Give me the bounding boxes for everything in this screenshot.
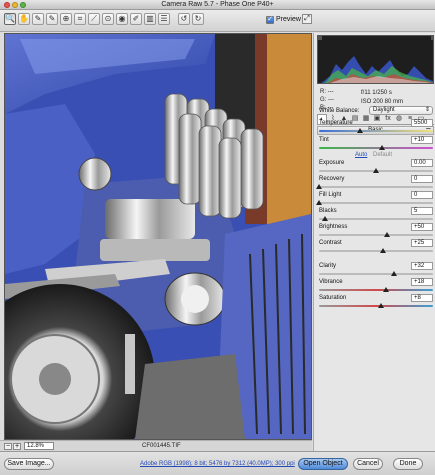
brightness-slider-thumb[interactable] [384,232,391,237]
tint-label: Tint [319,137,329,143]
exposure-label: Exposure [319,160,345,166]
blacks-slider-track[interactable] [319,218,433,220]
clarity-slider-track[interactable] [319,273,433,275]
file-name: CF001445.TIF [142,443,181,449]
saturation-slider-row: Saturation +8 [319,294,433,312]
preferences-icon[interactable]: ☰ [158,13,170,25]
brightness-label: Brightness [319,224,348,230]
photo-hot-rod-engine [5,34,311,439]
preview-toggle[interactable]: ✓ Preview [266,14,301,25]
temperature-slider-track[interactable] [319,130,433,132]
rotate-ccw-icon[interactable]: ↺ [178,13,190,25]
blacks-label: Blacks [319,208,337,214]
temperature-slider-row: Temperature 5500 [319,119,433,137]
recovery-slider-thumb[interactable] [316,184,322,189]
window-title-bar: Camera Raw 5.7 - Phase One P40+ [0,0,435,10]
blacks-slider-thumb[interactable] [321,216,328,221]
tint-slider-row: Tint +10 [319,136,433,154]
contrast-slider-track[interactable] [319,250,433,252]
temperature-value-field[interactable]: 5500 [411,119,433,127]
workflow-options-link[interactable]: Adobe RGB (1998); 8 bit; 5476 by 7312 (4… [140,461,295,467]
contrast-slider-thumb[interactable] [379,248,386,253]
white-balance-row: White Balance: Daylight ⇕ [319,106,433,116]
saturation-slider-track[interactable] [319,305,433,307]
fill-light-value-field[interactable]: 0 [411,191,433,199]
histogram [317,35,434,84]
image-preview[interactable] [4,33,312,440]
saturation-slider-thumb[interactable] [377,303,384,308]
contrast-slider-row: Contrast +25 [319,239,433,257]
tint-slider-thumb[interactable] [378,145,385,150]
bottom-bar: Save Image... Adobe RGB (1998); 8 bit; 5… [0,451,435,475]
exif-info: f/11 1/250 s ISO 200 80 mm [361,89,403,107]
toolbar: 🔍 ✋ ✎ ✎ ⊕ ⌗ ⟋ ⊙ ◉ ✐ ▥ ☰ ↺ ↻ ✓ Preview ⤢ [0,10,435,32]
fill-light-slider-thumb[interactable] [316,200,322,205]
hand-icon[interactable]: ✋ [18,13,30,25]
clarity-label: Clarity [319,263,337,269]
contrast-label: Contrast [319,240,342,246]
zoom-out-button[interactable]: − [4,443,12,450]
zoom-window-icon[interactable] [20,2,26,8]
adjustment-panel: R: --- G: --- B: --- f/11 1/250 s ISO 20… [313,33,435,451]
exif-aperture-shutter: f/11 1/250 s [361,90,392,96]
g-value: G: --- [320,97,334,103]
save-image-button[interactable]: Save Image... [4,458,54,470]
window-title: Camera Raw 5.7 - Phase One P40+ [161,1,274,8]
fill-light-slider-track[interactable] [319,202,433,204]
done-button[interactable]: Done [393,458,423,470]
cancel-button[interactable]: Cancel [353,458,383,470]
white-balance-icon[interactable]: ✎ [32,13,44,25]
temperature-label: Temperature [319,120,353,126]
preview-label: Preview [276,16,301,23]
crop-icon[interactable]: ⌗ [74,13,86,25]
vibrance-slider-thumb[interactable] [383,287,390,292]
saturation-value-field[interactable]: +8 [411,294,433,302]
color-sampler-icon[interactable]: ✎ [46,13,58,25]
adjustment-brush-icon[interactable]: ✐ [130,13,142,25]
white-balance-value: Daylight [373,107,395,113]
straighten-icon[interactable]: ⟋ [88,13,100,25]
brightness-slider-track[interactable] [319,234,433,236]
contrast-value-field[interactable]: +25 [411,239,433,247]
exposure-slider-thumb[interactable] [373,168,379,173]
fullscreen-icon[interactable]: ⤢ [302,14,312,24]
tint-slider-track[interactable] [319,147,433,149]
saturation-label: Saturation [319,295,347,301]
rotate-cw-icon[interactable]: ↻ [192,13,204,25]
vibrance-label: Vibrance [319,279,343,285]
blacks-value-field[interactable]: 5 [411,207,433,215]
white-balance-label: White Balance: [319,108,360,114]
white-balance-select[interactable]: Daylight ⇕ [369,106,433,115]
preview-checkbox[interactable]: ✓ [266,15,274,24]
vibrance-slider-track[interactable] [319,289,433,291]
zoom-level-select[interactable]: 12.8% [24,442,54,450]
red-eye-icon[interactable]: ◉ [116,13,128,25]
recovery-value-field[interactable]: 0 [411,175,433,183]
targeted-adjustment-icon[interactable]: ⊕ [60,13,72,25]
chevron-updown-icon: ⇕ [424,107,430,113]
zoom-icon[interactable]: 🔍 [4,13,16,25]
brightness-value-field[interactable]: +50 [411,223,433,231]
status-bar: − + 12.8% CF001445.TIF [0,440,312,451]
shadow-clip-icon [318,36,322,40]
r-value: R: --- [320,89,334,95]
clarity-value-field[interactable]: +32 [411,262,433,270]
tint-value-field[interactable]: +10 [411,136,433,144]
fill-light-label: Fill Light [319,192,342,198]
temperature-slider-thumb[interactable] [357,128,364,133]
close-window-icon[interactable] [4,2,10,8]
open-object-button[interactable]: Open Object [298,458,348,470]
clarity-slider-thumb[interactable] [391,271,398,276]
recovery-label: Recovery [319,176,345,182]
recovery-slider-track[interactable] [319,186,433,188]
minimize-window-icon[interactable] [12,2,18,8]
highlight-clip-icon [431,36,433,40]
vibrance-value-field[interactable]: +18 [411,278,433,286]
graduated-filter-icon[interactable]: ▥ [144,13,156,25]
exposure-value-field[interactable]: 0.00 [411,159,433,167]
spot-removal-icon[interactable]: ⊙ [102,13,114,25]
zoom-in-button[interactable]: + [13,443,21,450]
